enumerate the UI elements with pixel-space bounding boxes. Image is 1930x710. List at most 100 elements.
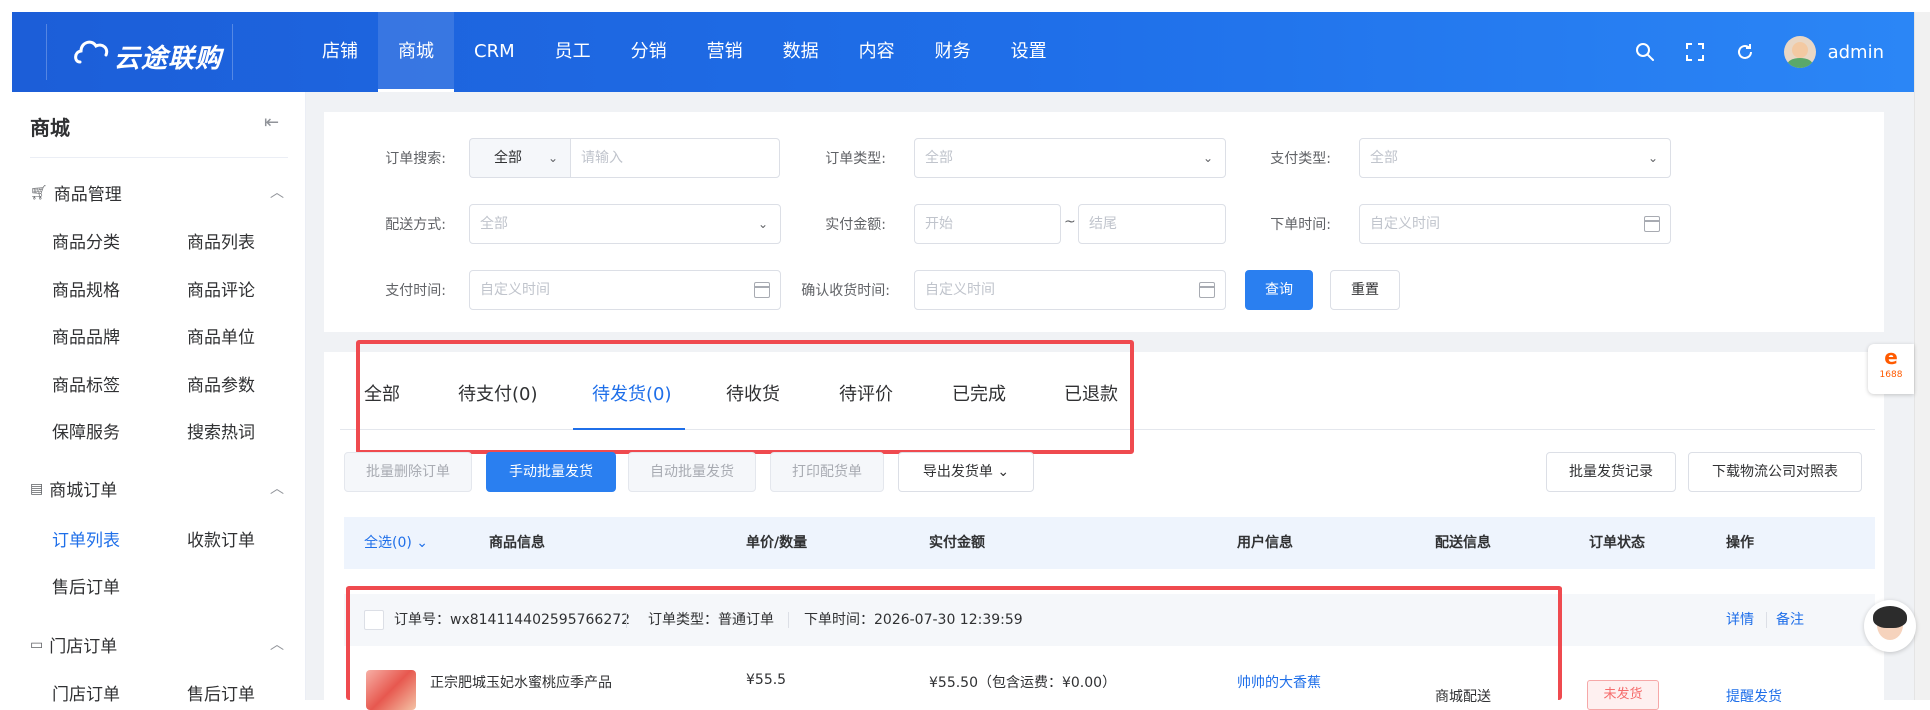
product-thumbnail	[366, 670, 416, 710]
sidebar-item[interactable]: 售后订单	[187, 680, 255, 705]
chevron-down-icon: ⌄	[416, 535, 429, 551]
chevron-down-icon: ⌄	[1202, 151, 1213, 165]
search-scope-select[interactable]: 全部 ⌄	[469, 138, 570, 178]
nav-item-crm[interactable]: CRM	[454, 12, 535, 92]
search-icon[interactable]	[1634, 41, 1656, 63]
sidebar-item[interactable]: 保障服务	[52, 418, 120, 443]
placeholder: 全部	[925, 150, 953, 166]
tab-pending-receipt[interactable]: 待收货	[726, 380, 780, 406]
nav-item-content[interactable]: 内容	[839, 12, 915, 92]
sidebar-group-mall-orders[interactable]: ▤ 商城订单	[30, 476, 117, 502]
placeholder: 自定义时间	[1370, 216, 1440, 232]
brand-name: 云途联购	[114, 44, 223, 74]
sidebar-item[interactable]: 商品分类	[52, 228, 120, 253]
nav-item-finance[interactable]: 财务	[915, 12, 991, 92]
tab-pending-payment[interactable]: 待支付(0)	[458, 380, 538, 406]
nav-item-data[interactable]: 数据	[763, 12, 839, 92]
tab-pending-shipment[interactable]: 待发货(0)	[592, 380, 672, 406]
select-all-dropdown[interactable]: 全选(0) ⌄	[364, 517, 428, 569]
column-header: 订单状态	[1589, 535, 1645, 551]
chevron-down-icon: ⌄	[997, 464, 1010, 480]
download-carrier-table-button[interactable]: 下载物流公司对照表	[1688, 452, 1862, 492]
batch-ship-records-button[interactable]: 批量发货记录	[1546, 452, 1676, 492]
order-detail-link[interactable]: 详情	[1726, 594, 1754, 646]
collapse-icon[interactable]: ⇤	[264, 112, 279, 133]
avatar[interactable]	[1783, 36, 1816, 68]
support-avatar[interactable]	[1864, 600, 1916, 652]
column-header: 操作	[1726, 535, 1754, 551]
sidebar-item[interactable]: 商品标签	[52, 371, 120, 396]
refresh-icon[interactable]	[1734, 41, 1756, 63]
sidebar-item[interactable]: 门店订单	[52, 680, 120, 705]
sidebar-group-store-orders[interactable]: ▭ 门店订单	[30, 632, 118, 658]
nav-item-settings[interactable]: 设置	[991, 12, 1067, 92]
sidebar-item[interactable]: 商品评论	[187, 276, 255, 301]
placeholder: 自定义时间	[925, 282, 995, 298]
sidebar-item[interactable]: 商品品牌	[52, 323, 120, 348]
store-icon: ▭	[30, 636, 44, 653]
cart-icon: 🛒︎	[30, 184, 48, 201]
remind-ship-link[interactable]: 提醒发货	[1726, 686, 1782, 706]
tab-refunded[interactable]: 已退款	[1064, 380, 1118, 406]
chevron-up-icon[interactable]: ︿	[270, 182, 284, 202]
order-type-select[interactable]: 全部 ⌄	[914, 138, 1226, 178]
sidebar-item[interactable]: 商品规格	[52, 276, 120, 301]
manual-batch-ship-button[interactable]: 手动批量发货	[486, 452, 616, 492]
page-scrollbar[interactable]	[1914, 12, 1930, 700]
nav-item-distribution[interactable]: 分销	[611, 12, 687, 92]
fullscreen-icon[interactable]	[1684, 41, 1706, 63]
label: 下单时间:	[1270, 217, 1331, 233]
sidebar-item[interactable]: 商品单位	[187, 323, 255, 348]
placeholder: 全部	[480, 216, 508, 232]
order-type: 订单类型：普通订单	[648, 612, 774, 628]
sidebar-title: 商城	[30, 116, 70, 140]
pay-type-select[interactable]: 全部 ⌄	[1359, 138, 1671, 178]
calendar-icon	[1199, 282, 1215, 298]
order-time-picker[interactable]: 自定义时间	[1359, 204, 1671, 244]
auto-batch-ship-button[interactable]: 自动批量发货	[628, 452, 756, 492]
order-search-input[interactable]: 请输入	[570, 138, 780, 178]
batch-delete-button[interactable]: 批量删除订单	[344, 452, 472, 492]
sidebar-group-label: 门店订单	[49, 637, 118, 657]
sidebar-item[interactable]: 售后订单	[52, 573, 120, 598]
username[interactable]: admin	[1828, 42, 1884, 63]
amount-end-input[interactable]: 结尾	[1078, 204, 1226, 244]
sidebar-item[interactable]: 商品参数	[187, 371, 255, 396]
sidebar-item[interactable]: 收款订单	[187, 526, 255, 551]
label: 支付时间:	[385, 283, 446, 299]
nav-item-marketing[interactable]: 营销	[687, 12, 763, 92]
calendar-icon	[754, 282, 770, 298]
tab-pending-review[interactable]: 待评价	[839, 380, 893, 406]
tab-all[interactable]: 全部	[364, 380, 400, 406]
brand-logo[interactable]: 云途联购	[72, 28, 242, 76]
nav-item-staff[interactable]: 员工	[535, 12, 611, 92]
chevron-down-icon: ⌄	[547, 151, 558, 165]
chevron-up-icon[interactable]: ︿	[270, 634, 284, 654]
range-separator: ~	[1064, 214, 1076, 230]
order-remark-link[interactable]: 备注	[1776, 594, 1804, 646]
reset-button[interactable]: 重置	[1330, 270, 1400, 310]
sidebar-item[interactable]: 搜索热词	[187, 418, 255, 443]
print-picking-button[interactable]: 打印配货单	[770, 452, 884, 492]
delivery-select[interactable]: 全部 ⌄	[469, 204, 781, 244]
order-checkbox[interactable]	[364, 610, 384, 630]
amount-start-input[interactable]: 开始	[914, 204, 1061, 244]
sidebar-item-order-list[interactable]: 订单列表	[52, 526, 120, 551]
chevron-up-icon[interactable]: ︿	[270, 478, 284, 498]
list-icon: ▤	[30, 480, 44, 497]
pay-time-picker[interactable]: 自定义时间	[469, 270, 781, 310]
table-header: 全选(0) ⌄ 商品信息 单价/数量 实付金额 用户信息 配送信息 订单状态 操…	[344, 517, 1875, 569]
paid-amount: ¥55.50（包含运费：¥0.00）	[929, 675, 1117, 691]
float-1688-widget[interactable]: e 1688	[1868, 344, 1914, 394]
label: 订单类型:	[825, 151, 886, 167]
export-shipping-button[interactable]: 导出发货单 ⌄	[898, 452, 1034, 492]
query-button[interactable]: 查询	[1245, 270, 1313, 310]
nav-item-mall[interactable]: 商城	[378, 12, 454, 92]
sidebar-group-goods[interactable]: 🛒︎ 商品管理	[30, 180, 122, 206]
user-link[interactable]: 帅帅的大香蕉	[1237, 672, 1321, 692]
confirm-time-picker[interactable]: 自定义时间	[914, 270, 1226, 310]
nav-item-shop[interactable]: 店铺	[302, 12, 378, 92]
placeholder: 请输入	[581, 150, 623, 166]
tab-completed[interactable]: 已完成	[952, 380, 1006, 406]
sidebar-item[interactable]: 商品列表	[187, 228, 255, 253]
